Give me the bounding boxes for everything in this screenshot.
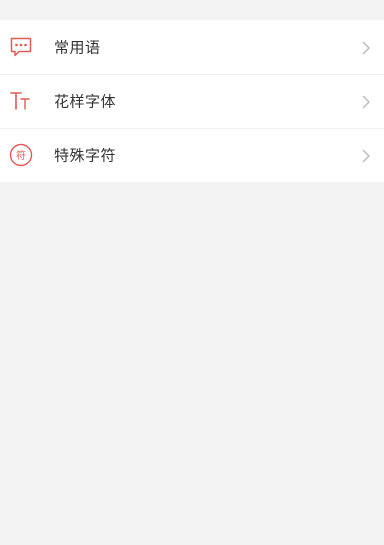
menu-list: 常用语 花样字体 符 特殊字符 [0,20,384,182]
menu-item-fancy-fonts[interactable]: 花样字体 [0,74,384,128]
special-character-icon: 符 [9,143,33,167]
speech-bubble-icon [9,35,33,59]
menu-item-common-phrases[interactable]: 常用语 [0,20,384,74]
special-character-icon-text: 符 [16,149,26,162]
chevron-right-icon [361,148,371,163]
chevron-right-icon [361,94,371,109]
menu-item-special-characters[interactable]: 符 特殊字符 [0,128,384,182]
menu-item-label: 特殊字符 [54,146,117,165]
chevron-right-icon [361,40,371,55]
text-size-icon [9,89,33,113]
page: 常用语 花样字体 符 特殊字符 [0,0,384,545]
menu-item-label: 花样字体 [54,92,117,111]
menu-item-label: 常用语 [54,38,101,57]
